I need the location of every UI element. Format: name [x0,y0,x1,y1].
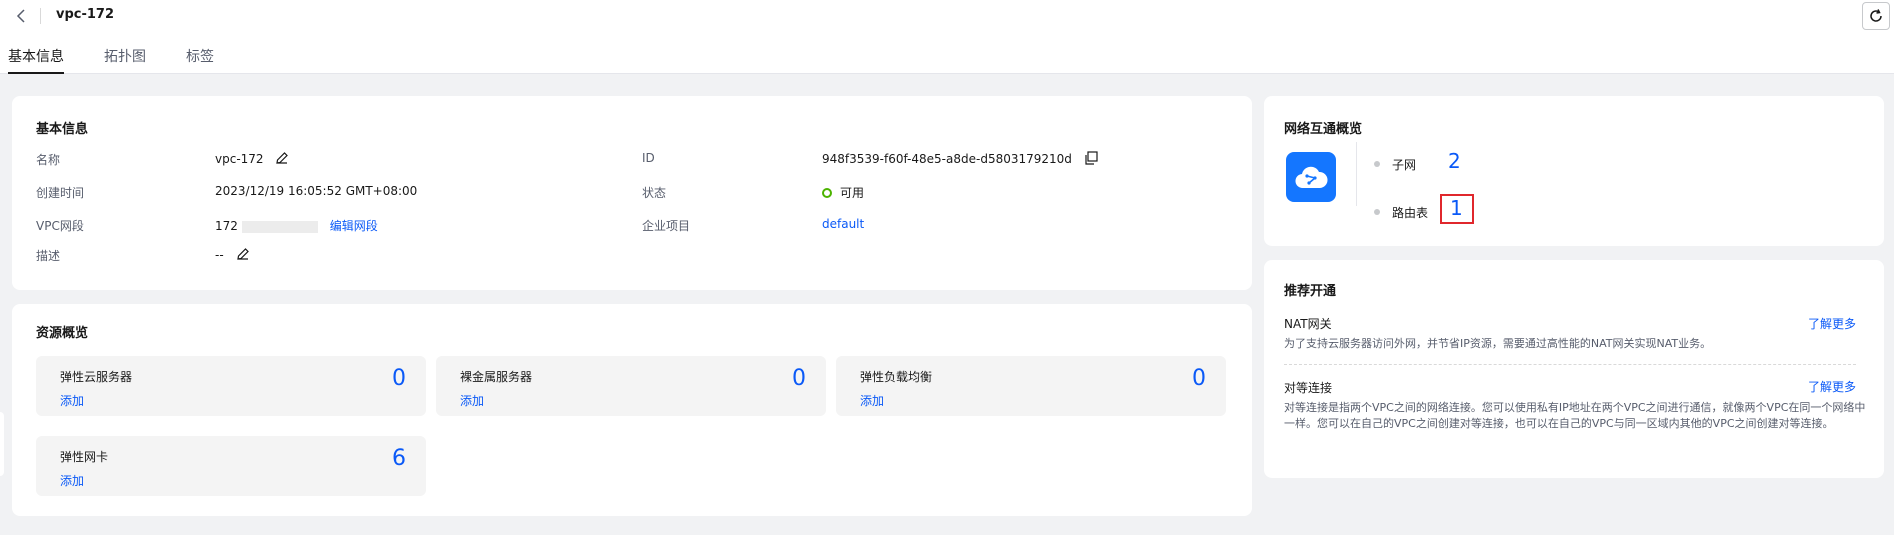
add-link[interactable]: 添加 [860,392,884,409]
page-title: vpc-172 [56,7,115,22]
masked-cidr [241,220,318,233]
resource-name: 弹性云服务器 [60,370,133,384]
resource-count[interactable]: 0 [792,366,806,391]
resource-count[interactable]: 0 [1192,366,1206,391]
collapse-handle[interactable] [0,412,4,476]
recommend-title: 推荐开通 [1284,284,1337,299]
back-button[interactable] [14,6,30,26]
resource-tile-eni: 弹性网卡 添加 6 [36,436,426,496]
desc-value-row: -- [215,247,250,264]
project-link[interactable]: default [822,217,864,231]
resource-tile-elb: 弹性负载均衡 添加 0 [836,356,1226,416]
edit-desc-icon[interactable] [236,247,250,264]
resource-count[interactable]: 6 [392,446,406,471]
subnet-label: 子网 [1392,158,1417,172]
tab-topology[interactable]: 拓扑图 [104,42,146,74]
desc-value: -- [215,248,224,262]
edit-cidr-link[interactable]: 编辑网段 [330,219,378,233]
subnet-count[interactable]: 2 [1448,149,1461,173]
status-value: 可用 [840,186,865,200]
route-table-label: 路由表 [1392,206,1429,220]
resource-overview-card: 资源概览 弹性云服务器 添加 0 裸金属服务器 添加 0 弹性负载均衡 添加 0… [12,304,1252,516]
project-label: 企业项目 [642,219,691,233]
name-value-row: vpc-172 [215,151,289,168]
tab-basic-info[interactable]: 基本信息 [8,42,64,74]
status-ok-icon [822,188,832,198]
vpc-cloud-icon [1286,152,1336,202]
id-value-row: 948f3539-f60f-48e5-a8de-d5803179210d [822,151,1098,168]
resource-overview-title: 资源概览 [36,326,89,341]
cidr-value-row: 172 编辑网段 [215,217,378,234]
desc-label: 描述 [36,249,61,263]
id-value: 948f3539-f60f-48e5-a8de-d5803179210d [822,152,1072,166]
divider [1356,142,1357,206]
page-header: vpc-172 基本信息 拓扑图 标签 [0,0,1894,74]
resource-tile-ecs: 弹性云服务器 添加 0 [36,356,426,416]
vpc-peering-name: 对等连接 [1284,381,1333,395]
learn-more-link[interactable]: 了解更多 [1808,315,1856,332]
resource-name: 弹性负载均衡 [860,370,933,384]
created-value: 2023/12/19 16:05:52 GMT+08:00 [215,184,418,198]
add-link[interactable]: 添加 [60,472,84,489]
bullet-icon [1374,161,1380,167]
status-label: 状态 [642,186,667,200]
nat-gateway-desc: 为了支持云服务器访问外网，并节省IP资源，需要通过高性能的NAT网关实现NAT业… [1284,337,1712,350]
name-value: vpc-172 [215,152,264,166]
basic-info-title: 基本信息 [36,122,89,137]
title-divider [40,8,41,24]
network-overview-card: 网络互通概览 子网 2 路由表 1 [1264,96,1884,246]
cidr-label: VPC网段 [36,219,84,233]
recommend-card: 推荐开通 NAT网关 了解更多 为了支持云服务器访问外网，并节省IP资源，需要通… [1264,260,1884,478]
created-label: 创建时间 [36,186,85,200]
resource-name: 裸金属服务器 [460,370,533,384]
add-link[interactable]: 添加 [460,392,484,409]
resource-name: 弹性网卡 [60,450,109,464]
tab-tags[interactable]: 标签 [186,42,214,74]
refresh-button[interactable] [1862,2,1890,30]
status-row: 可用 [822,184,864,201]
learn-more-link[interactable]: 了解更多 [1808,378,1856,395]
route-table-count[interactable]: 1 [1450,196,1463,220]
refresh-icon [1870,9,1882,22]
tab-bar: 基本信息 拓扑图 标签 [0,42,254,74]
id-label: ID [642,151,655,165]
resource-tile-bms: 裸金属服务器 添加 0 [436,356,826,416]
chevron-left-icon [16,9,25,23]
edit-name-icon[interactable] [275,151,289,168]
resource-count[interactable]: 0 [392,366,406,391]
nat-gateway-name: NAT网关 [1284,317,1332,331]
divider [1284,364,1856,365]
copy-icon[interactable] [1084,151,1098,168]
basic-info-card: 基本信息 名称 vpc-172 创建时间 2023/12/19 16:05:52… [12,96,1252,290]
cidr-value: 172 [215,219,238,233]
name-label: 名称 [36,153,61,167]
network-overview-title: 网络互通概览 [1284,122,1363,137]
bullet-icon [1374,209,1380,215]
vpc-peering-desc: 对等连接是指两个VPC之间的网络连接。您可以使用私有IP地址在两个VPC之间进行… [1284,401,1866,430]
add-link[interactable]: 添加 [60,392,84,409]
